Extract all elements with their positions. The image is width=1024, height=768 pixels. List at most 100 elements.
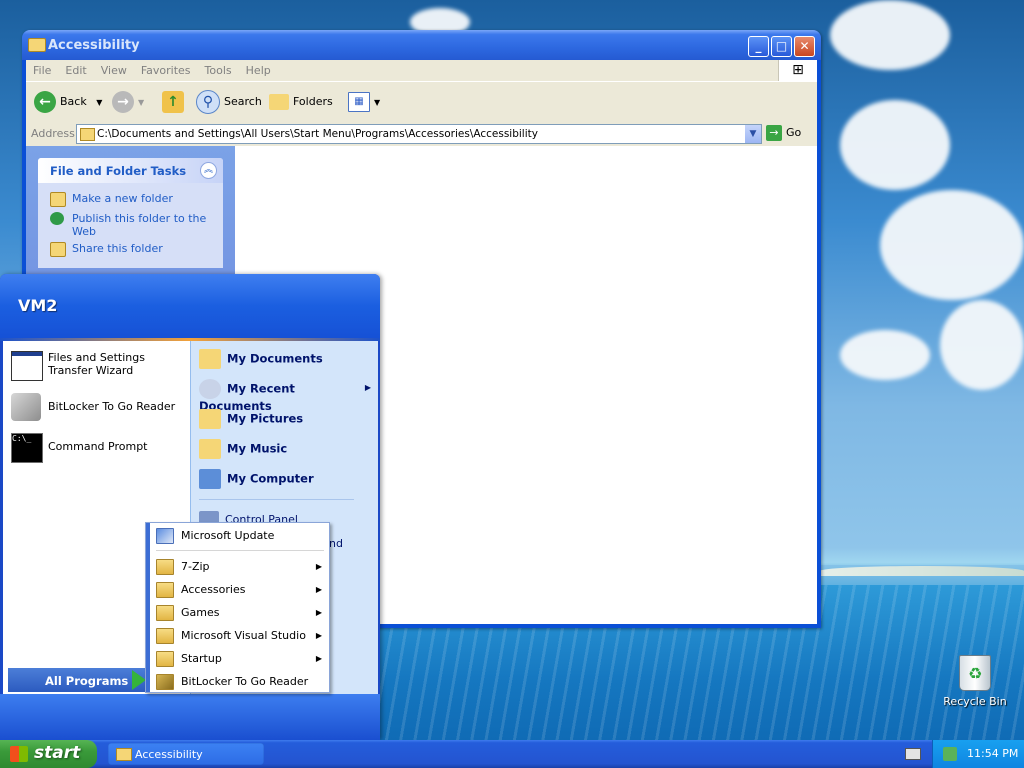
all-programs-submenu: Microsoft Update 7-Zip ▶ Accessories ▶ Gam… — [145, 522, 330, 693]
folders-label: Folders — [293, 95, 333, 108]
minimize-button[interactable]: _ — [748, 36, 769, 57]
window-titlebar[interactable]: Accessibility _ □ ✕ — [22, 30, 821, 60]
pinned-files-settings-transfer[interactable]: Files and Settings Transfer Wizard — [11, 351, 186, 381]
submenu-arrow-icon: ▶ — [364, 383, 371, 392]
tasks-header[interactable]: File and Folder Tasks ︽ — [38, 158, 223, 183]
toolbar: ← Back ▼ → ▼ ↑ ⚲ Search Folders ▦ ▼ — [26, 81, 817, 123]
cloud — [880, 190, 1024, 300]
task-share-folder[interactable]: Share this folder — [50, 242, 215, 257]
windows-flag-icon — [10, 746, 28, 762]
windows-logo-icon: ⊞ — [778, 60, 817, 81]
folders-icon — [269, 94, 289, 110]
menu-view[interactable]: View — [94, 60, 134, 77]
search-icon: ⚲ — [196, 90, 220, 114]
start-button[interactable]: start — [0, 740, 97, 768]
menu-tools[interactable]: Tools — [198, 60, 239, 77]
network-icon[interactable] — [943, 747, 957, 761]
close-button[interactable]: ✕ — [794, 36, 815, 57]
menu-item-visual-studio[interactable]: Microsoft Visual Studio 6.0▶ — [156, 626, 326, 662]
place-my-documents[interactable]: My Documents — [199, 349, 323, 369]
go-button[interactable]: → Go — [766, 125, 801, 141]
menu-item-accessories[interactable]: Accessories ▶ — [156, 580, 326, 600]
recycle-bin-icon: ♻ — [959, 655, 991, 691]
command-prompt-icon: C:\_ — [11, 433, 43, 463]
keyboard-icon[interactable] — [905, 748, 921, 760]
submenu-arrow-icon: ▶ — [315, 608, 322, 617]
microsoft-update-icon — [156, 528, 174, 544]
address-bar: Address C:\Documents and Settings\All Us… — [26, 122, 817, 146]
program-group-icon — [156, 628, 174, 644]
recent-documents-icon — [199, 379, 221, 399]
pinned-command-prompt[interactable]: C:\_ Command Prompt — [11, 433, 186, 463]
menu-file[interactable]: File — [26, 60, 58, 77]
program-group-icon — [156, 605, 174, 621]
go-label: Go — [786, 126, 802, 139]
taskbar-window-accessibility[interactable]: Accessibility — [108, 743, 264, 765]
forward-dropdown-icon: ▼ — [138, 98, 145, 107]
back-label: Back — [60, 95, 87, 108]
go-arrow-icon: → — [766, 125, 782, 141]
place-my-recent-documents[interactable]: My Recent Documents ▶ — [199, 379, 371, 413]
address-path: C:\Documents and Settings\All Users\Star… — [97, 128, 538, 140]
pictures-folder-icon — [199, 409, 221, 429]
up-folder-button[interactable]: ↑ — [162, 90, 188, 114]
maximize-button[interactable]: □ — [771, 36, 792, 57]
user-name: VM2 — [18, 296, 58, 315]
collapse-chevron-icon[interactable]: ︽ — [200, 162, 217, 179]
taskbar-window-label: Accessibility — [135, 748, 203, 761]
address-dropdown-icon[interactable]: ▼ — [745, 125, 761, 143]
views-dropdown-icon: ▼ — [374, 98, 381, 107]
place-my-music[interactable]: My Music — [199, 439, 287, 459]
up-folder-icon: ↑ — [162, 91, 184, 113]
program-group-icon — [156, 559, 174, 575]
hidden-menu-item-text[interactable]: nd — [329, 537, 343, 550]
bitlocker-key-icon — [11, 393, 41, 421]
folder-icon — [116, 748, 132, 761]
clock[interactable]: 11:54 PM — [967, 747, 1018, 760]
menu-edit[interactable]: Edit — [58, 60, 93, 77]
music-folder-icon — [199, 439, 221, 459]
computer-icon — [199, 469, 221, 489]
file-folder-tasks-panel: File and Folder Tasks ︽ Make a new folde… — [38, 158, 223, 268]
folder-icon — [80, 128, 95, 141]
address-label: Address — [31, 127, 75, 140]
submenu-arrow-icon: ▶ — [315, 585, 322, 594]
publish-web-icon — [50, 212, 64, 225]
views-icon: ▦ — [348, 92, 370, 112]
folder-icon — [28, 38, 46, 52]
back-arrow-icon: ← — [34, 91, 56, 113]
menu-item-microsoft-update[interactable]: Microsoft Update — [156, 526, 326, 546]
cloud — [940, 300, 1024, 390]
menu-item-7zip[interactable]: 7-Zip ▶ — [156, 557, 326, 577]
back-button[interactable]: ← Back ▼ — [34, 90, 102, 114]
menu-favorites[interactable]: Favorites — [134, 60, 198, 77]
divider — [199, 499, 354, 500]
task-make-new-folder[interactable]: Make a new folder — [50, 192, 215, 207]
menu-help[interactable]: Help — [239, 60, 278, 77]
program-group-icon — [156, 651, 174, 667]
all-programs-button[interactable]: All Programs — [8, 668, 148, 692]
submenu-divider — [156, 550, 324, 551]
forward-button[interactable]: → ▼ — [112, 90, 144, 114]
place-my-pictures[interactable]: My Pictures — [199, 409, 303, 429]
views-button[interactable]: ▦ ▼ — [348, 90, 380, 114]
address-input[interactable]: C:\Documents and Settings\All Users\Star… — [76, 124, 762, 144]
pinned-bitlocker-reader[interactable]: BitLocker To Go Reader — [11, 393, 186, 421]
menu-item-bitlocker-reader[interactable]: BitLocker To Go Reader — [156, 672, 326, 692]
program-group-icon — [156, 582, 174, 598]
place-my-computer[interactable]: My Computer — [199, 469, 314, 489]
share-folder-icon — [50, 242, 66, 257]
menu-item-games[interactable]: Games ▶ — [156, 603, 326, 623]
back-dropdown-icon[interactable]: ▼ — [96, 98, 102, 107]
system-tray: 11:54 PM — [932, 740, 1024, 768]
search-label: Search — [224, 95, 262, 108]
recycle-bin[interactable]: ♻ Recycle Bin — [940, 655, 1010, 708]
bitlocker-key-icon — [156, 674, 174, 690]
search-button[interactable]: ⚲ Search — [196, 90, 262, 114]
menu-item-startup[interactable]: Startup ▶ — [156, 649, 326, 669]
forward-arrow-icon: → — [112, 91, 134, 113]
menu-bar: File Edit View Favorites Tools Help ⊞ — [26, 60, 817, 81]
folders-button[interactable]: Folders — [269, 90, 333, 114]
task-publish-to-web[interactable]: Publish this folder to the Web — [50, 212, 215, 238]
submenu-arrow-icon: ▶ — [315, 631, 322, 640]
